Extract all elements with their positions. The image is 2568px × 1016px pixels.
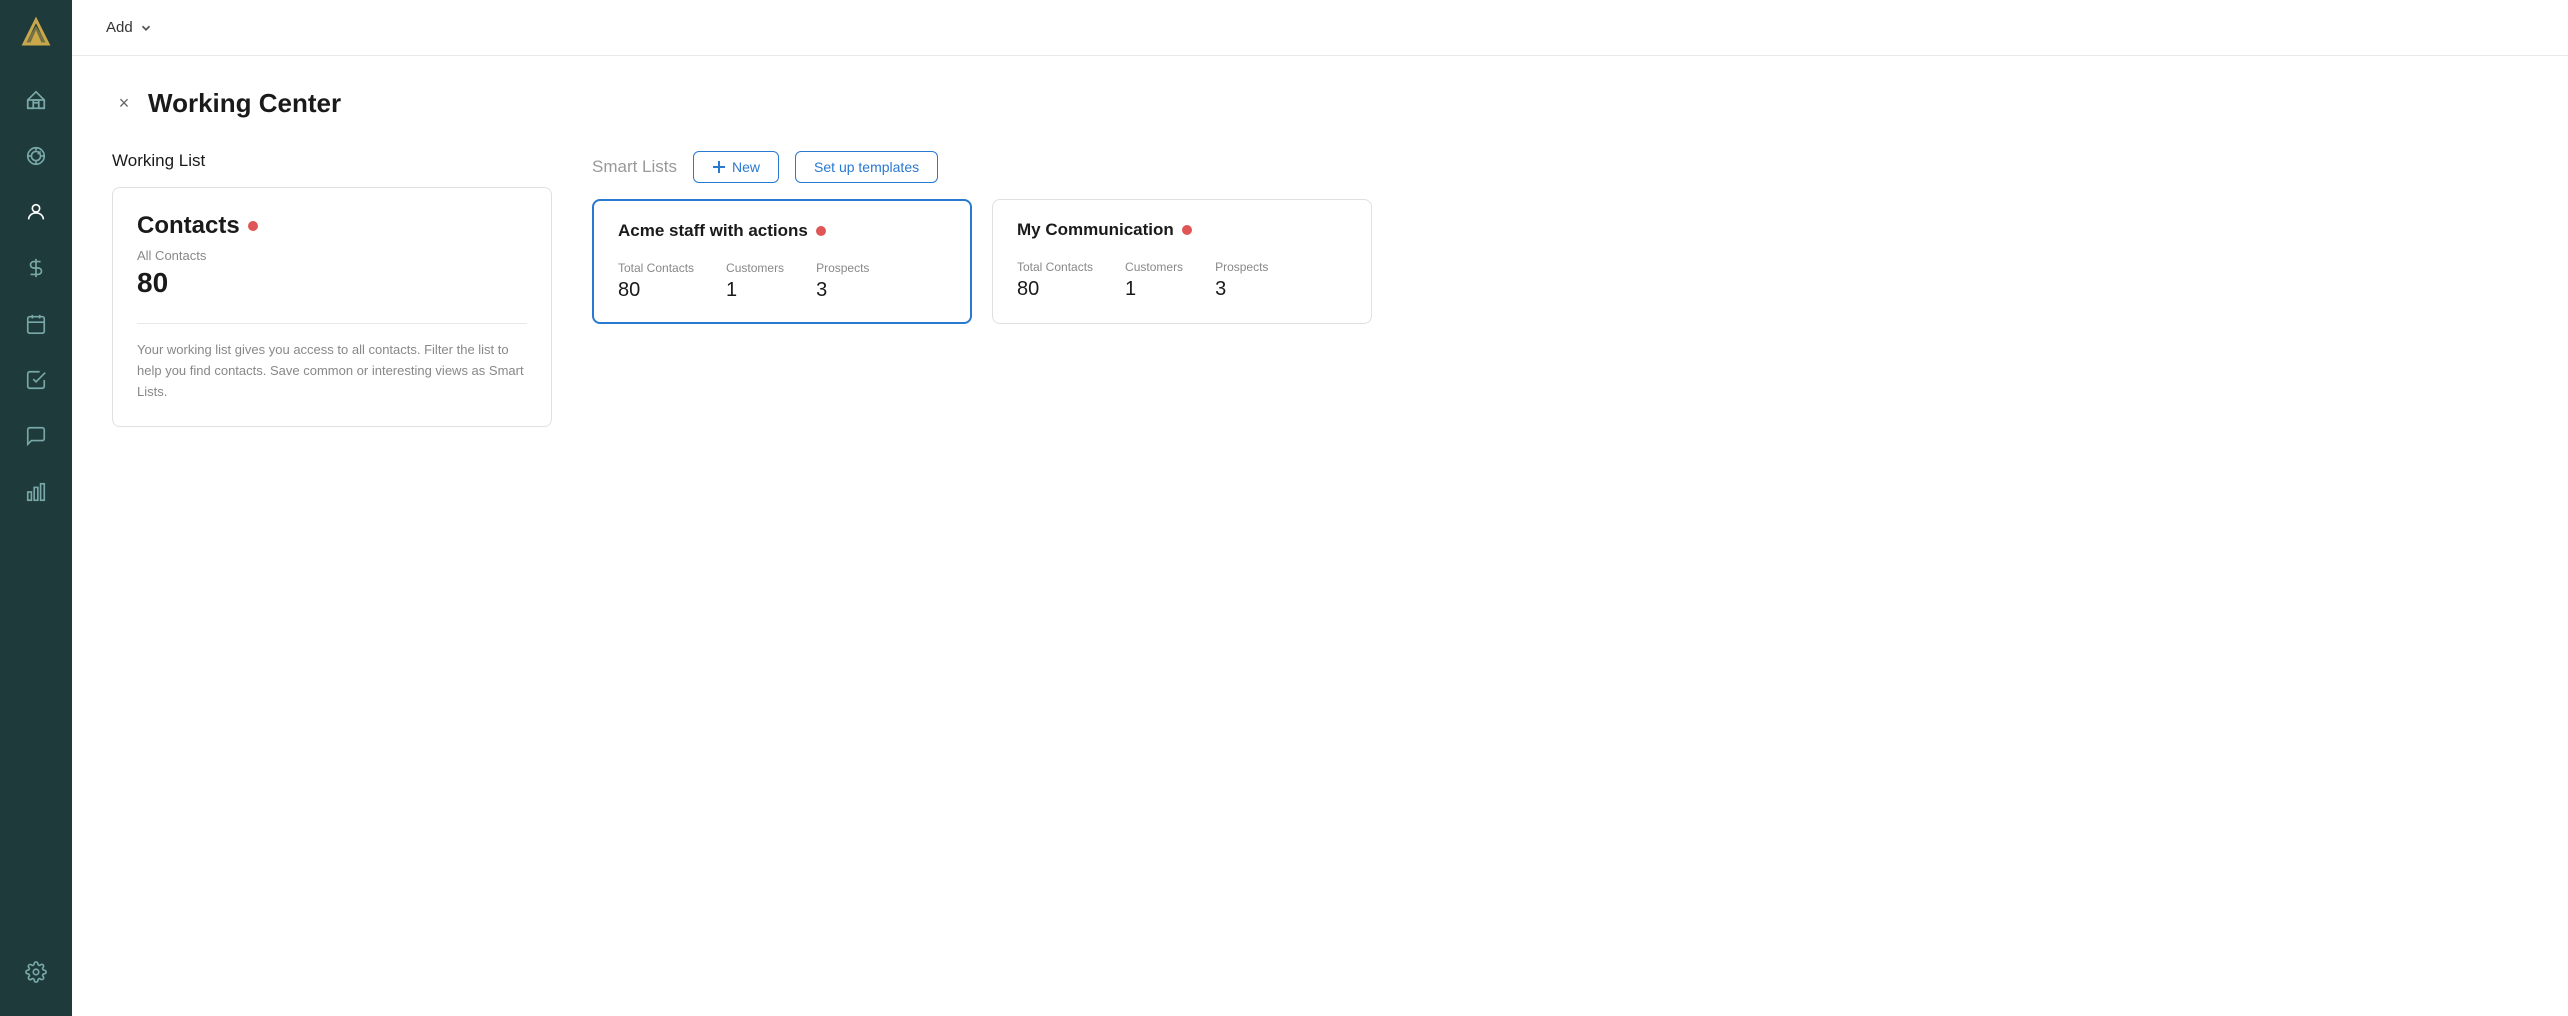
acme-prospects: Prospects 3 bbox=[816, 261, 869, 302]
sidebar-nav bbox=[0, 64, 72, 944]
communication-card-title-text: My Communication bbox=[1017, 220, 1174, 240]
sidebar-bottom bbox=[0, 944, 72, 1016]
acme-stats-row: Total Contacts 80 Customers 1 Prospects … bbox=[618, 261, 946, 302]
acme-customers: Customers 1 bbox=[726, 261, 784, 302]
columns-layout: Working List Contacts All Contacts 80 Yo… bbox=[112, 151, 2528, 427]
contacts-card-header: Contacts bbox=[137, 212, 527, 240]
main-area: Add × Working Center Working List Contac… bbox=[72, 0, 2568, 1016]
sidebar-item-tasks[interactable] bbox=[0, 352, 72, 408]
add-button[interactable]: Add bbox=[96, 13, 163, 42]
communication-card-title: My Communication bbox=[1017, 220, 1347, 240]
communication-total-contacts: Total Contacts 80 bbox=[1017, 260, 1093, 301]
sidebar bbox=[0, 0, 72, 1016]
smart-list-cards: Acme staff with actions Total Contacts 8… bbox=[592, 199, 2528, 324]
chevron-down-icon bbox=[139, 21, 153, 35]
setup-templates-button[interactable]: Set up templates bbox=[795, 151, 938, 183]
add-label: Add bbox=[106, 19, 133, 36]
communication-prospects: Prospects 3 bbox=[1215, 260, 1268, 301]
contacts-count: 80 bbox=[137, 267, 527, 299]
new-smart-list-button[interactable]: New bbox=[693, 151, 779, 183]
page-header: × Working Center bbox=[112, 88, 2528, 119]
working-list-title: Working List bbox=[112, 151, 552, 171]
all-contacts-label: All Contacts bbox=[137, 248, 527, 263]
acme-card-title: Acme staff with actions bbox=[618, 221, 946, 241]
sidebar-item-contacts[interactable] bbox=[0, 184, 72, 240]
sidebar-item-sync[interactable] bbox=[0, 128, 72, 184]
page-title: Working Center bbox=[148, 88, 341, 119]
left-column: Working List Contacts All Contacts 80 Yo… bbox=[112, 151, 552, 427]
contacts-status-dot bbox=[248, 221, 258, 231]
sidebar-item-calendar[interactable] bbox=[0, 296, 72, 352]
sidebar-item-messages[interactable] bbox=[0, 408, 72, 464]
topbar: Add bbox=[72, 0, 2568, 56]
setup-templates-label: Set up templates bbox=[814, 159, 919, 175]
content-area: × Working Center Working List Contacts A… bbox=[72, 56, 2568, 1016]
communication-stats-row: Total Contacts 80 Customers 1 Prospects … bbox=[1017, 260, 1347, 301]
smart-lists-header: Smart Lists New Set up templates bbox=[592, 151, 2528, 183]
contacts-card: Contacts All Contacts 80 Your working li… bbox=[112, 187, 552, 427]
contacts-card-title-text: Contacts bbox=[137, 212, 240, 240]
right-column: Smart Lists New Set up templates bbox=[592, 151, 2528, 324]
sidebar-item-reports[interactable] bbox=[0, 464, 72, 520]
sidebar-item-settings[interactable] bbox=[0, 944, 72, 1000]
acme-card-title-text: Acme staff with actions bbox=[618, 221, 808, 241]
communication-customers: Customers 1 bbox=[1125, 260, 1183, 301]
new-button-label: New bbox=[732, 159, 760, 175]
close-button[interactable]: × bbox=[112, 92, 136, 116]
plus-icon bbox=[712, 160, 726, 174]
contacts-description: Your working list gives you access to al… bbox=[137, 340, 527, 402]
sidebar-item-deals[interactable] bbox=[0, 240, 72, 296]
sidebar-item-home[interactable] bbox=[0, 72, 72, 128]
sidebar-logo bbox=[0, 0, 72, 64]
acme-total-contacts: Total Contacts 80 bbox=[618, 261, 694, 302]
acme-status-dot bbox=[816, 226, 826, 236]
smart-list-card-acme[interactable]: Acme staff with actions Total Contacts 8… bbox=[592, 199, 972, 324]
communication-status-dot bbox=[1182, 225, 1192, 235]
smart-list-card-communication[interactable]: My Communication Total Contacts 80 Custo… bbox=[992, 199, 1372, 324]
card-divider bbox=[137, 323, 527, 324]
smart-lists-label: Smart Lists bbox=[592, 157, 677, 177]
